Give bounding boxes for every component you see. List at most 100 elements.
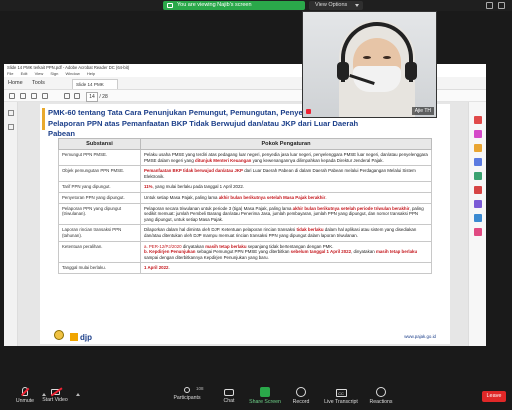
tab-document[interactable]: Slide 14 PMK terkai...× (72, 79, 118, 96)
more-tools-icon[interactable] (474, 228, 482, 236)
cell-text: , dinyatakan (351, 249, 376, 255)
pokok-cell: Pelaku usaha PMSE yang terdiri atas peda… (140, 148, 432, 167)
substansi-cell: Pemungut PPN PMSE. (58, 148, 141, 167)
table-row: Penyetoran PPN yang dipungut. Untuk seti… (58, 191, 432, 204)
menu-window[interactable]: Window (65, 71, 79, 76)
edit-pdf-icon[interactable] (474, 130, 482, 138)
cell-highlight: masih tetap berlaku (205, 243, 247, 249)
fill-sign-icon[interactable] (474, 200, 482, 208)
menu-file[interactable]: File (7, 71, 13, 76)
substansi-cell: Objek pemungutan PPN PMSE. (58, 165, 141, 183)
participant-video-tile[interactable]: Ajie TH (302, 11, 437, 118)
table-row: Tarif PPN yang dipungut. 11%, yang mulai… (58, 181, 432, 193)
record-icon (296, 387, 306, 397)
menu-edit[interactable]: Edit (21, 71, 28, 76)
cell-text: sepanjang tidak bertentangan dengan PMK. (246, 243, 334, 249)
chevron-down-icon (355, 4, 359, 7)
video-off-icon (50, 389, 60, 395)
star-icon[interactable] (9, 93, 15, 99)
menu-help[interactable]: Help (87, 71, 95, 76)
pokok-cell: Pelaporan secara triwulanan untuk period… (140, 202, 432, 226)
cell-highlight: 1 April 2022 (144, 265, 169, 271)
footer-url: www.pajak.go.id (404, 334, 436, 339)
participants-label: Participants (173, 395, 201, 401)
transition-item-b: b. Kepdirjen Penunjukan sebagai Pemungut… (144, 249, 428, 260)
cell-highlight: masih tetap berlaku (375, 249, 418, 255)
cell-text: dinyatakan (181, 243, 206, 249)
headset-ear-left (337, 62, 349, 80)
viewing-screen-banner[interactable]: You are viewing Najib's screen (163, 1, 305, 10)
zoom-meeting-toolbar: Unmute Start Video Participants 108 Chat… (0, 384, 512, 410)
comment-icon[interactable] (474, 144, 482, 152)
table-row: Pelaporan PPN yang dipungut (triwulanan)… (58, 202, 432, 226)
cell-highlight: a. PER-12/PJ/2020 (144, 243, 182, 249)
cell-highlight: akhir bulan berikutnya setelah Masa Paja… (218, 194, 326, 200)
arrow-down-icon[interactable] (74, 93, 80, 99)
chat-icon (224, 389, 234, 396)
leave-meeting-button[interactable]: Leave (482, 391, 506, 402)
djp-logo: djp (70, 333, 92, 342)
ministry-logo-icon (54, 330, 64, 340)
page-number-input[interactable]: 14 (86, 92, 98, 102)
cell-highlight: ditunjuk Menteri Keuangan (195, 157, 252, 163)
view-options-label: View Options (315, 2, 348, 8)
cell-text: , yang mulai berlaku pada tanggal 1 Apri… (152, 184, 245, 190)
menu-view[interactable]: View (35, 71, 44, 76)
pokok-cell: Untuk setiap Masa Pajak, paling lama akh… (140, 191, 432, 204)
create-pdf-icon[interactable] (474, 116, 482, 124)
screen-share-icon (167, 3, 173, 8)
document-canvas: PMK-60 tentang Tata Cara Penunjukan Pemu… (18, 102, 468, 346)
cell-text: Untuk setiap Masa Pajak, paling lama (144, 194, 219, 200)
search-icon[interactable] (42, 93, 48, 99)
view-options-button[interactable]: View Options (309, 1, 363, 10)
start-video-button[interactable]: Start Video (32, 386, 78, 408)
pokok-cell: Pemanfaatan BKP tidak berwujud dan/atau … (140, 165, 432, 183)
arrow-up-icon[interactable] (64, 93, 70, 99)
page-indicator: 14 / 28 (86, 92, 108, 102)
zoom-top-bar: You are viewing Najib's screen View Opti… (0, 0, 512, 11)
participants-icon (184, 387, 190, 393)
table-row: Tanggal mulai berlaku. 1 April 2022. (58, 262, 432, 274)
cell-highlight: Pemanfaatan BKP tidak berwujud dan/atau … (144, 168, 243, 174)
organize-pages-icon[interactable] (474, 172, 482, 180)
tab-home[interactable]: Home (8, 80, 23, 86)
column-header-pokok: Pokok Pengaturan (140, 138, 432, 150)
page-total: / 28 (99, 94, 108, 100)
reactions-button[interactable]: Reactions (358, 386, 404, 408)
pokok-cell: Dilaporkan dalam hal diminta oleh DJP. K… (140, 224, 432, 242)
cell-text: . (168, 265, 170, 271)
acrobat-tools-pane (468, 102, 486, 346)
video-options-caret-icon[interactable] (76, 393, 80, 396)
cell-text: yang kewenangannya dilimpahkan kepada Di… (251, 157, 384, 163)
print-icon[interactable] (31, 93, 37, 99)
regulation-table: Substansi Pokok Pengaturan Pemungut PPN … (58, 138, 432, 274)
menu-sign[interactable]: Sign (50, 71, 58, 76)
combine-files-icon[interactable] (474, 158, 482, 166)
muted-mic-icon (306, 109, 311, 114)
substansi-cell: Penyetoran PPN yang dipungut. (58, 191, 141, 204)
djp-logo-text: djp (80, 333, 92, 342)
cell-text: Pelaporan secara triwulanan untuk period… (144, 205, 293, 211)
protect-icon[interactable] (474, 214, 482, 222)
fullscreen-icon[interactable] (498, 2, 505, 9)
cell-text: sebagai Pemungut PPN PMSE yang diterbitk… (195, 249, 291, 255)
microphone-muted-icon (22, 387, 28, 396)
slide-footer: djp www.pajak.go.id (40, 326, 450, 344)
export-pdf-icon[interactable] (474, 186, 482, 194)
substansi-cell: Tarif PPN yang dipungut. (58, 181, 141, 193)
speaker-view-icon[interactable] (486, 2, 493, 9)
column-header-substansi: Substansi (58, 138, 141, 150)
acrobat-left-panel (4, 102, 18, 346)
bookmark-icon[interactable] (8, 124, 14, 130)
thumbnails-icon[interactable] (8, 110, 14, 116)
title-accent-bar (42, 108, 45, 130)
table-row: Objek pemungutan PPN PMSE. Pemanfaatan B… (58, 165, 432, 183)
tab-tools[interactable]: Tools (32, 80, 45, 86)
pokok-cell: 1 April 2022. (140, 262, 432, 274)
cell-highlight: akhir bulan berikutnya setelah periode t… (292, 205, 410, 211)
table-header-row: Substansi Pokok Pengaturan (58, 138, 432, 150)
viewing-screen-text: You are viewing Najib's screen (177, 2, 252, 8)
cell-highlight: sebelum tanggal 1 April 2022 (290, 249, 352, 255)
save-icon[interactable] (20, 93, 26, 99)
share-screen-icon (260, 387, 270, 397)
